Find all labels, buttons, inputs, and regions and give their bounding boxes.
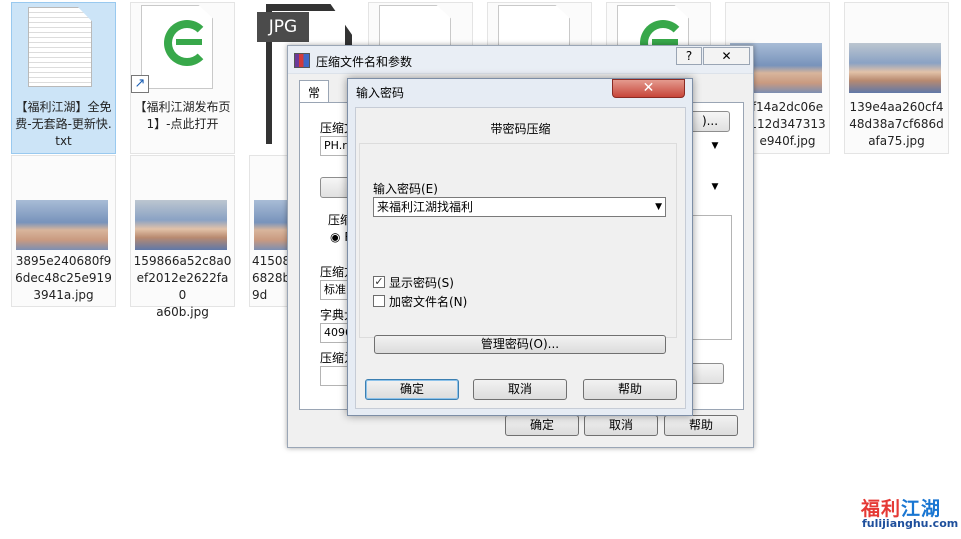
file-name: 139e4aa260cf4 48d38a7cf686d afa75.jpg <box>849 100 944 148</box>
web-page-icon <box>141 5 213 89</box>
dialog-title-bar[interactable]: 压缩文件名和参数 ? ✕ <box>288 46 753 74</box>
help-button[interactable]: 帮助 <box>583 379 677 400</box>
password-value: 来福利江湖找福利 <box>377 200 474 214</box>
text-document-icon <box>28 7 92 87</box>
close-button[interactable]: ✕ <box>612 79 685 98</box>
password-input[interactable]: 来福利江湖找福利 ▼ <box>373 197 666 217</box>
password-dialog-title: 输入密码 <box>356 86 405 100</box>
password-dialog: 输入密码 ✕ 带密码压缩 输入密码(E) 来福利江湖找福利 ▼ ✓ 显示密码(S… <box>347 78 693 416</box>
enter-password-label: 输入密码(E) <box>373 182 438 196</box>
chevron-down-icon[interactable]: ▼ <box>708 178 722 196</box>
show-password-checkbox[interactable]: ✓ <box>373 276 385 288</box>
jpg-badge: JPG <box>257 12 309 42</box>
photo-thumbnail <box>849 43 941 93</box>
site-url: fulijianghu.com <box>862 517 959 530</box>
help-button[interactable]: 帮助 <box>664 415 738 436</box>
dialog-title: 压缩文件名和参数 <box>316 55 413 69</box>
file-name: 41508 6828b 9d <box>252 254 291 302</box>
file-name: 3895e240680f9 6dec48c25e919 3941a.jpg <box>15 254 112 302</box>
file-item-photo-4[interactable]: 159866a52c8a0 ef2012e2622fa0 a60b.jpg <box>130 155 235 319</box>
close-title-button[interactable]: ✕ <box>703 47 750 65</box>
options-box <box>690 215 732 340</box>
encrypt-filenames-checkbox[interactable] <box>373 295 385 307</box>
profiles-button[interactable] <box>320 177 350 198</box>
file-name: 【福利江湖发布页1】-点此打开 <box>134 100 231 131</box>
password-heading: 带密码压缩 <box>490 122 551 136</box>
manage-passwords-button[interactable]: 管理密码(O)... <box>374 335 666 354</box>
ie-logo-icon <box>164 20 210 66</box>
ok-button[interactable]: 确定 <box>505 415 579 436</box>
browse-button[interactable]: )... <box>690 111 730 132</box>
photo-thumbnail <box>135 200 227 250</box>
radio-selected-icon: ◉ <box>330 230 341 244</box>
check-icon: ✓ <box>374 275 384 288</box>
file-item-photo-3[interactable]: 3895e240680f9 6dec48c25e919 3941a.jpg <box>11 155 116 307</box>
winrar-icon <box>294 53 310 68</box>
help-title-button[interactable]: ? <box>676 47 702 65</box>
cancel-button[interactable]: 取消 <box>584 415 658 436</box>
file-item-txt[interactable]: 【福利江湖】全免费-无套路-更新快.txt <box>11 2 116 154</box>
chevron-down-icon[interactable]: ▼ <box>655 198 662 216</box>
file-name: f14a2dc06e 112d347313 e940f.jpg <box>749 100 826 148</box>
file-name: 159866a52c8a0 ef2012e2622fa0 a60b.jpg <box>133 254 232 319</box>
ok-button[interactable]: 确定 <box>365 379 459 400</box>
tab-general[interactable]: 常规 <box>299 80 330 117</box>
set-button[interactable] <box>690 363 724 384</box>
shortcut-arrow-icon: ↗ <box>131 75 149 93</box>
photo-thumbnail <box>16 200 108 250</box>
file-name: 【福利江湖】全免费-无套路-更新快.txt <box>15 100 112 148</box>
show-password-label: 显示密码(S) <box>389 276 454 290</box>
file-item-photo-2[interactable]: 139e4aa260cf4 48d38a7cf686d afa75.jpg <box>844 2 949 154</box>
encrypt-filenames-label: 加密文件名(N) <box>389 295 468 309</box>
file-item-shortcut[interactable]: ↗ 【福利江湖发布页1】-点此打开 <box>130 2 235 154</box>
cancel-button[interactable]: 取消 <box>473 379 567 400</box>
chevron-down-icon[interactable]: ▼ <box>708 137 722 155</box>
